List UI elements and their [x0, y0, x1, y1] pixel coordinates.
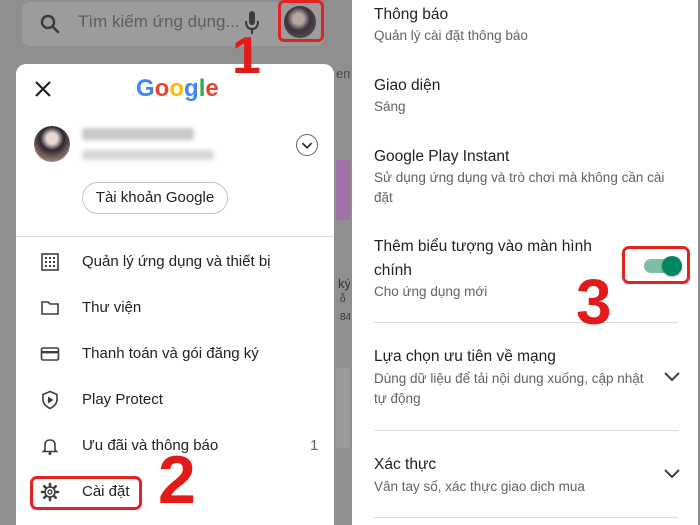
chevron-down-icon [664, 469, 680, 479]
setting-notifications[interactable]: Thông báo Quản lý cài đặt thông báo [352, 0, 698, 60]
background-text: ỗ [340, 294, 346, 305]
toggle-highlight-box [622, 246, 690, 284]
settings-screen: Thông báo Quản lý cài đặt thông báo Giao… [350, 0, 700, 525]
google-logo-letter: g [184, 75, 199, 102]
search-input[interactable]: Tìm kiếm ứng dụng... [78, 12, 240, 32]
setting-google-play-instant[interactable]: Google Play Instant Sử dụng ứng dụng và … [352, 140, 698, 220]
menu-item-manage-apps[interactable]: Quản lý ứng dụng và thiết bị [16, 240, 334, 284]
setting-title: Google Play Instant [374, 148, 510, 165]
notification-count-badge: 1 [310, 437, 319, 454]
setting-network-preferences[interactable]: Lựa chọn ưu tiên về mạng Dùng dữ liệu để… [352, 338, 698, 418]
menu-item-payments[interactable]: Thanh toán và gói đăng ký [16, 332, 334, 376]
menu-item-library[interactable]: Thư viện [16, 286, 334, 330]
grid-icon [41, 253, 59, 271]
setting-subtitle: Quản lý cài đặt thông báo [374, 28, 528, 43]
step-number-1: 1 [232, 27, 261, 85]
background-text: ký [338, 276, 350, 291]
divider [16, 236, 334, 237]
setting-title: chính [374, 262, 412, 279]
close-icon[interactable] [34, 80, 52, 98]
account-name-blurred [82, 128, 194, 140]
divider [374, 517, 678, 518]
menu-item-play-protect[interactable]: Play Protect [16, 378, 334, 422]
setting-subtitle: Vân tay số, xác thực giao dịch mua [374, 479, 585, 494]
google-logo-letter: e [205, 75, 219, 102]
chevron-down-icon[interactable] [296, 134, 318, 156]
search-icon [40, 14, 60, 34]
menu-item-label: Thanh toán và gói đăng ký [82, 345, 259, 362]
google-logo-letter: o [169, 75, 185, 102]
menu-item-label: Thư viện [82, 299, 142, 316]
google-logo-letter: G [136, 75, 155, 102]
setting-authentication[interactable]: Xác thực Vân tay số, xác thực giao dịch … [352, 446, 698, 506]
folder-icon [41, 301, 59, 315]
setting-subtitle: Cho ứng dụng mới [374, 284, 488, 299]
setting-subtitle: Dùng dữ liệu để tải nội dung xuống, cập … [374, 371, 644, 386]
account-avatar [34, 126, 70, 162]
setting-subtitle: đặt [374, 190, 393, 205]
setting-subtitle: Sử dụng ứng dụng và trò chơi mà không cầ… [374, 170, 665, 185]
step-number-3: 3 [576, 266, 612, 338]
background-tab-text: em [336, 66, 350, 81]
setting-subtitle: Sáng [374, 99, 406, 114]
background-text: 84 [340, 312, 350, 323]
menu-item-label: Play Protect [82, 391, 163, 408]
setting-title: Lựa chọn ưu tiên về mạng [374, 348, 556, 365]
setting-appearance[interactable]: Giao diện Sáng [352, 70, 698, 130]
play-store-home-dimmed: Tìm kiếm ứng dụng... em ký ỗ 84 Google T… [0, 0, 350, 525]
google-logo: Google [136, 75, 219, 103]
bell-icon [41, 439, 59, 455]
account-email-blurred [82, 150, 214, 160]
avatar-highlight-box [278, 0, 324, 42]
google-account-button[interactable]: Tài khoản Google [82, 182, 228, 214]
divider [374, 430, 678, 431]
setting-title: Thông báo [374, 6, 449, 23]
setting-subtitle: tự động [374, 391, 421, 406]
shield-play-icon [42, 390, 58, 410]
menu-item-label: Ưu đãi và thông báo [82, 437, 219, 454]
credit-card-icon [40, 347, 60, 361]
settings-highlight-box [30, 476, 142, 510]
setting-title: Xác thực [374, 456, 437, 473]
background-thumbnail [336, 368, 350, 448]
background-thumbnail [336, 160, 350, 220]
menu-item-label: Quản lý ứng dụng và thiết bị [82, 253, 271, 270]
setting-title: Thêm biểu tượng vào màn hình [374, 238, 592, 255]
google-logo-letter: o [154, 75, 170, 102]
step-number-2: 2 [158, 442, 196, 518]
chevron-down-icon [664, 372, 680, 382]
divider [374, 322, 678, 323]
setting-title: Giao diện [374, 77, 441, 94]
